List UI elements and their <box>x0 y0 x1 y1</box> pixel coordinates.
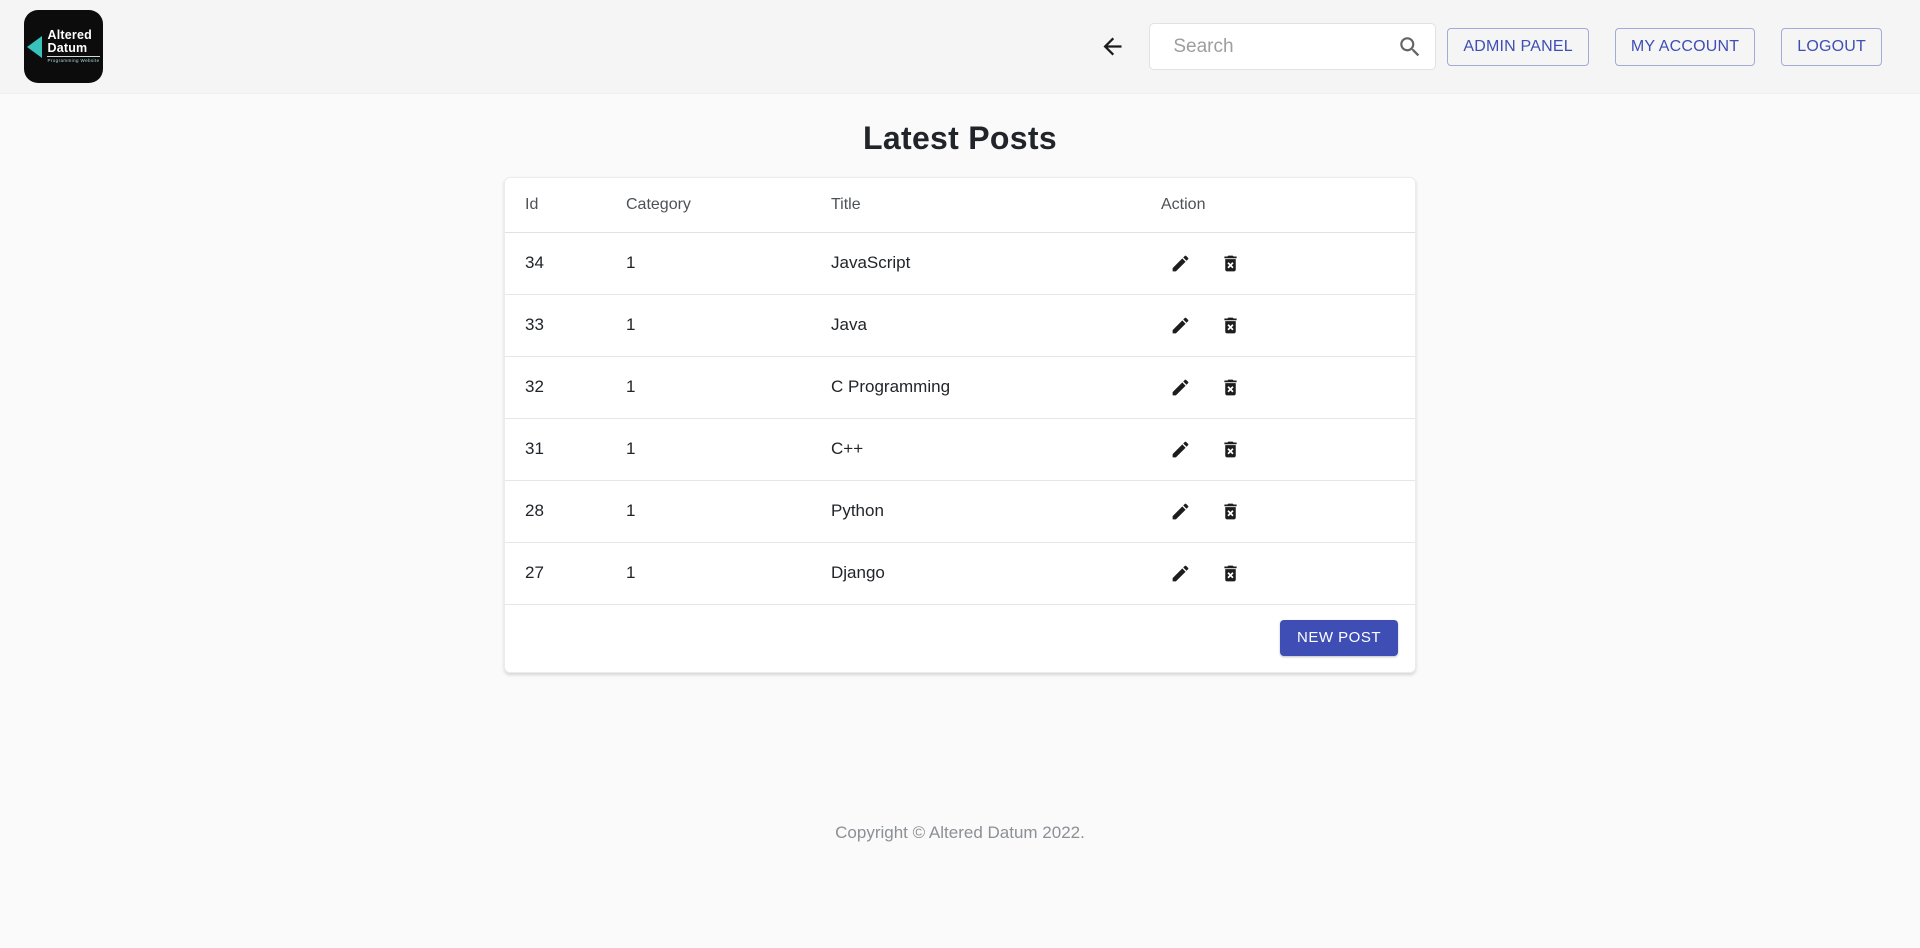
column-header-title: Title <box>811 178 1141 232</box>
cell-category: 1 <box>606 542 811 604</box>
logout-button[interactable]: LOGOUT <box>1781 28 1882 66</box>
copyright-text: Copyright © Altered Datum 2022. <box>835 823 1085 842</box>
brand-logo[interactable]: Altered Datum Programming Website <box>24 10 103 83</box>
delete-trash-icon[interactable] <box>1219 562 1241 584</box>
app-header: Altered Datum Programming Website ADMIN … <box>0 0 1920 94</box>
table-row: 341JavaScript <box>505 232 1415 294</box>
cell-title: Python <box>811 480 1141 542</box>
table-row: 311C++ <box>505 418 1415 480</box>
action-icons <box>1169 376 1415 398</box>
edit-pencil-icon[interactable] <box>1169 562 1191 584</box>
cell-title: C++ <box>811 418 1141 480</box>
search-input[interactable] <box>1149 23 1436 70</box>
search-box <box>1149 23 1436 70</box>
cell-category: 1 <box>606 480 811 542</box>
cell-title: Java <box>811 294 1141 356</box>
table-row: 271Django <box>505 542 1415 604</box>
my-account-button[interactable]: MY ACCOUNT <box>1615 28 1755 66</box>
edit-pencil-icon[interactable] <box>1169 438 1191 460</box>
column-header-category: Category <box>606 178 811 232</box>
cell-title: Django <box>811 542 1141 604</box>
cell-category: 1 <box>606 356 811 418</box>
cell-id: 32 <box>505 356 606 418</box>
table-row: 331Java <box>505 294 1415 356</box>
column-header-id: Id <box>505 178 606 232</box>
cell-actions <box>1141 294 1415 356</box>
table-header-row: Id Category Title Action <box>505 178 1415 232</box>
posts-table-card: Id Category Title Action 341JavaScript33… <box>504 177 1416 673</box>
edit-pencil-icon[interactable] <box>1169 252 1191 274</box>
posts-table: Id Category Title Action 341JavaScript33… <box>505 178 1415 605</box>
header-actions: ADMIN PANEL MY ACCOUNT LOGOUT <box>1097 23 1882 70</box>
delete-trash-icon[interactable] <box>1219 500 1241 522</box>
admin-panel-button[interactable]: ADMIN PANEL <box>1447 28 1588 66</box>
cell-id: 31 <box>505 418 606 480</box>
action-icons <box>1169 438 1415 460</box>
cell-actions <box>1141 418 1415 480</box>
cell-id: 34 <box>505 232 606 294</box>
logo-text: Altered Datum Programming Website <box>47 29 99 64</box>
table-row: 281Python <box>505 480 1415 542</box>
action-icons <box>1169 252 1415 274</box>
cell-id: 27 <box>505 542 606 604</box>
edit-pencil-icon[interactable] <box>1169 314 1191 336</box>
cell-actions <box>1141 480 1415 542</box>
action-icons <box>1169 500 1415 522</box>
logo-line2: Datum <box>47 42 99 55</box>
page-title: Latest Posts <box>0 120 1920 157</box>
cell-title: C Programming <box>811 356 1141 418</box>
cell-category: 1 <box>606 294 811 356</box>
edit-pencil-icon[interactable] <box>1169 376 1191 398</box>
new-post-button[interactable]: NEW POST <box>1280 620 1398 656</box>
table-row: 321C Programming <box>505 356 1415 418</box>
back-arrow-icon <box>1099 33 1126 60</box>
cell-id: 28 <box>505 480 606 542</box>
site-footer: Copyright © Altered Datum 2022. <box>0 823 1920 843</box>
column-header-action: Action <box>1141 178 1415 232</box>
main-content: Latest Posts Id Category Title Action 34… <box>0 120 1920 673</box>
logo-triangle-icon <box>27 36 42 58</box>
cell-id: 33 <box>505 294 606 356</box>
delete-trash-icon[interactable] <box>1219 314 1241 336</box>
table-footer: NEW POST <box>505 605 1415 672</box>
logo-tagline: Programming Website <box>47 56 99 64</box>
edit-pencil-icon[interactable] <box>1169 500 1191 522</box>
delete-trash-icon[interactable] <box>1219 376 1241 398</box>
delete-trash-icon[interactable] <box>1219 252 1241 274</box>
cell-category: 1 <box>606 418 811 480</box>
search-icon[interactable] <box>1397 34 1423 60</box>
action-icons <box>1169 562 1415 584</box>
cell-category: 1 <box>606 232 811 294</box>
cell-title: JavaScript <box>811 232 1141 294</box>
back-button[interactable] <box>1097 32 1127 62</box>
cell-actions <box>1141 356 1415 418</box>
delete-trash-icon[interactable] <box>1219 438 1241 460</box>
cell-actions <box>1141 232 1415 294</box>
action-icons <box>1169 314 1415 336</box>
cell-actions <box>1141 542 1415 604</box>
